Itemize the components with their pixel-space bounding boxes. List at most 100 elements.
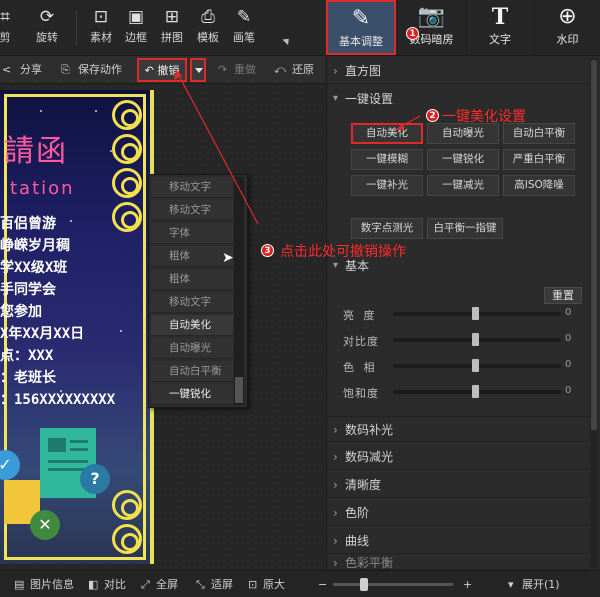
history-item[interactable]: 自动白平衡 — [151, 361, 233, 382]
template-icon: ⎙ — [201, 7, 215, 27]
history-item[interactable]: 自动美化 — [151, 315, 233, 336]
history-item[interactable]: 移动文字 — [151, 177, 233, 198]
invitation-image[interactable]: 請函 tation 百侣曾游 峥嵘岁月稠 学XX级X班 手同学会 您参加 X年X… — [0, 90, 154, 564]
sticker-tool[interactable]: ⊡ 素材 — [86, 4, 116, 52]
history-item[interactable]: 移动文字 — [151, 292, 233, 313]
share-button[interactable]: 分享 — [20, 56, 42, 84]
more-tools-caret-icon[interactable] — [282, 35, 292, 46]
section-histogram[interactable]: 直方图 — [327, 58, 589, 84]
invitation-line: 百侣曾游 — [0, 216, 56, 232]
section-curves[interactable]: 曲线 — [327, 528, 589, 554]
contrast-slider-knob[interactable] — [472, 333, 479, 346]
rotate-icon: ⟳ — [39, 7, 55, 27]
annotation-badge-1: 1 — [406, 27, 419, 40]
saturation-slider-knob[interactable] — [472, 385, 479, 398]
original-size-button[interactable]: 原大 — [263, 571, 285, 597]
panel-scrollbar[interactable] — [590, 58, 598, 568]
reset-button[interactable]: 重置 — [544, 287, 582, 304]
history-item[interactable]: 移动文字 — [151, 200, 233, 221]
contrast-slider[interactable] — [393, 333, 561, 346]
crop-tool[interactable]: ⌗ 剪 — [0, 4, 18, 52]
section-fill-light[interactable]: 数码补光 — [327, 416, 589, 443]
frame-tool[interactable]: ▣ 边框 — [121, 4, 151, 52]
history-item[interactable]: 一键锐化 — [151, 384, 233, 405]
zoom-in-icon[interactable]: + — [463, 571, 472, 597]
rotate-label: 旋转 — [36, 31, 58, 44]
template-label: 模板 — [197, 31, 219, 44]
auto-white-balance-button[interactable]: 自动白平衡 — [503, 123, 575, 144]
invitation-subtitle: tation — [10, 178, 75, 199]
save-action-button[interactable]: 保存动作 — [78, 56, 122, 84]
panel-scroll-thumb[interactable] — [591, 60, 597, 430]
template-tool[interactable]: ⎙ 模板 — [193, 4, 223, 52]
auto-exposure-button[interactable]: 自动曝光 — [427, 123, 499, 144]
fit-screen-icon: ⤡ — [196, 578, 205, 591]
brightness-slider[interactable] — [393, 307, 561, 320]
zoom-slider-knob[interactable] — [360, 578, 368, 591]
history-item[interactable]: 粗体 — [151, 269, 233, 290]
restore-icon: ⤺ — [274, 63, 286, 76]
one-click-sharpen-button[interactable]: 一键锐化 — [427, 149, 499, 170]
one-click-blur-button[interactable]: 一键模糊 — [351, 149, 423, 170]
strict-white-balance-button[interactable]: 严重白平衡 — [503, 149, 575, 170]
undo-button[interactable]: ↶ 撤销 — [137, 58, 187, 82]
swirl-ornament — [112, 134, 142, 164]
expand-caret-icon: ▾ — [508, 578, 514, 591]
compare-icon: ◧ — [88, 578, 99, 591]
zoom-out-icon[interactable]: − — [318, 571, 327, 597]
section-curves-label: 曲线 — [345, 534, 370, 548]
section-levels[interactable]: 色阶 — [327, 500, 589, 526]
image-canvas[interactable]: 請函 tation 百侣曾游 峥嵘岁月稠 学XX级X班 手同学会 您参加 X年X… — [0, 84, 325, 570]
fit-screen-button[interactable]: 适屏 — [211, 571, 233, 597]
one-click-fill-light-button[interactable]: 一键补光 — [351, 175, 423, 196]
history-item[interactable]: 字体 — [151, 223, 233, 244]
rotate-tool[interactable]: ⟳ 旋转 — [30, 4, 64, 52]
collage-tool[interactable]: ⊞ 拼图 — [157, 4, 187, 52]
expand-button[interactable]: 展开(1) — [522, 571, 560, 597]
history-item[interactable]: 自动曝光 — [151, 338, 233, 359]
history-item[interactable]: 粗体 — [151, 246, 233, 267]
brush-tool[interactable]: ✎ 画笔 — [229, 4, 259, 52]
hue-slider-knob[interactable] — [472, 359, 479, 372]
status-bar: ▤ 图片信息 ◧ 对比 ⤢ 全屏 ⤡ 适屏 ⊡ 原大 − + ▾ 展开(1) — [0, 570, 600, 597]
close-circle-icon: ✕ — [30, 510, 60, 540]
tab-digital-darkroom[interactable]: 📷 数码暗房 — [397, 0, 465, 55]
invitation-line: 手同学会 — [0, 282, 56, 298]
one-click-reduce-light-button[interactable]: 一键减光 — [427, 175, 499, 196]
hue-slider[interactable] — [393, 359, 561, 372]
swirl-ornament — [112, 202, 142, 232]
undo-history-dropdown[interactable] — [190, 58, 206, 82]
redo-button[interactable]: 重做 — [234, 56, 256, 84]
restore-button[interactable]: 还原 — [292, 56, 314, 84]
redo-icon: ↷ — [218, 63, 228, 76]
fullscreen-button[interactable]: 全屏 — [156, 571, 178, 597]
section-color-balance[interactable]: 色彩平衡 — [327, 556, 589, 570]
section-reduce-light[interactable]: 数码减光 — [327, 444, 589, 470]
white-balance-picker-button[interactable]: 白平衡一指键 — [427, 218, 503, 239]
tab-text[interactable]: T 文字 — [466, 0, 533, 55]
image-info-icon: ▤ — [14, 578, 25, 591]
high-iso-denoise-button[interactable]: 高ISO降噪 — [503, 175, 575, 196]
frame-icon: ▣ — [127, 7, 145, 27]
saturation-slider[interactable] — [393, 385, 561, 398]
swirl-ornament — [112, 100, 142, 130]
tab-basic-adjust[interactable]: ✎ 基本调整 — [326, 0, 396, 55]
brightness-slider-knob[interactable] — [472, 307, 479, 320]
history-scroll-thumb[interactable] — [235, 377, 243, 403]
swirl-ornament — [112, 490, 142, 520]
tab-watermark[interactable]: ⊕ 水印 — [534, 0, 600, 55]
sticker-icon: ⊡ — [93, 7, 109, 27]
zoom-slider[interactable] — [333, 578, 453, 591]
history-scrollbar[interactable] — [234, 177, 244, 405]
auto-beautify-button[interactable]: 自动美化 — [351, 123, 423, 144]
edit-toolbar: < 分享 ⎘ 保存动作 ↶ 撤销 ↷ 重做 ⤺ 还原 — [0, 56, 325, 84]
undo-history-list[interactable]: 移动文字 移动文字 字体 粗体 粗体 移动文字 自动美化 自动曝光 自动白平衡 … — [148, 174, 248, 408]
section-clarity[interactable]: 清晰度 — [327, 472, 589, 498]
section-histogram-label: 直方图 — [345, 64, 382, 78]
spot-metering-button[interactable]: 数字点测光 — [351, 218, 423, 239]
invitation-line: 学XX级X班 — [0, 260, 68, 276]
compare-button[interactable]: 对比 — [104, 571, 126, 597]
image-info-button[interactable]: 图片信息 — [30, 571, 74, 597]
swirl-ornament — [112, 168, 142, 198]
main-toolbar: ⌗ 剪 ⟳ 旋转 ⊡ 素材 ▣ 边框 ⊞ 拼图 ⎙ 模板 ✎ 画笔 ✎ 基本调整… — [0, 0, 600, 56]
